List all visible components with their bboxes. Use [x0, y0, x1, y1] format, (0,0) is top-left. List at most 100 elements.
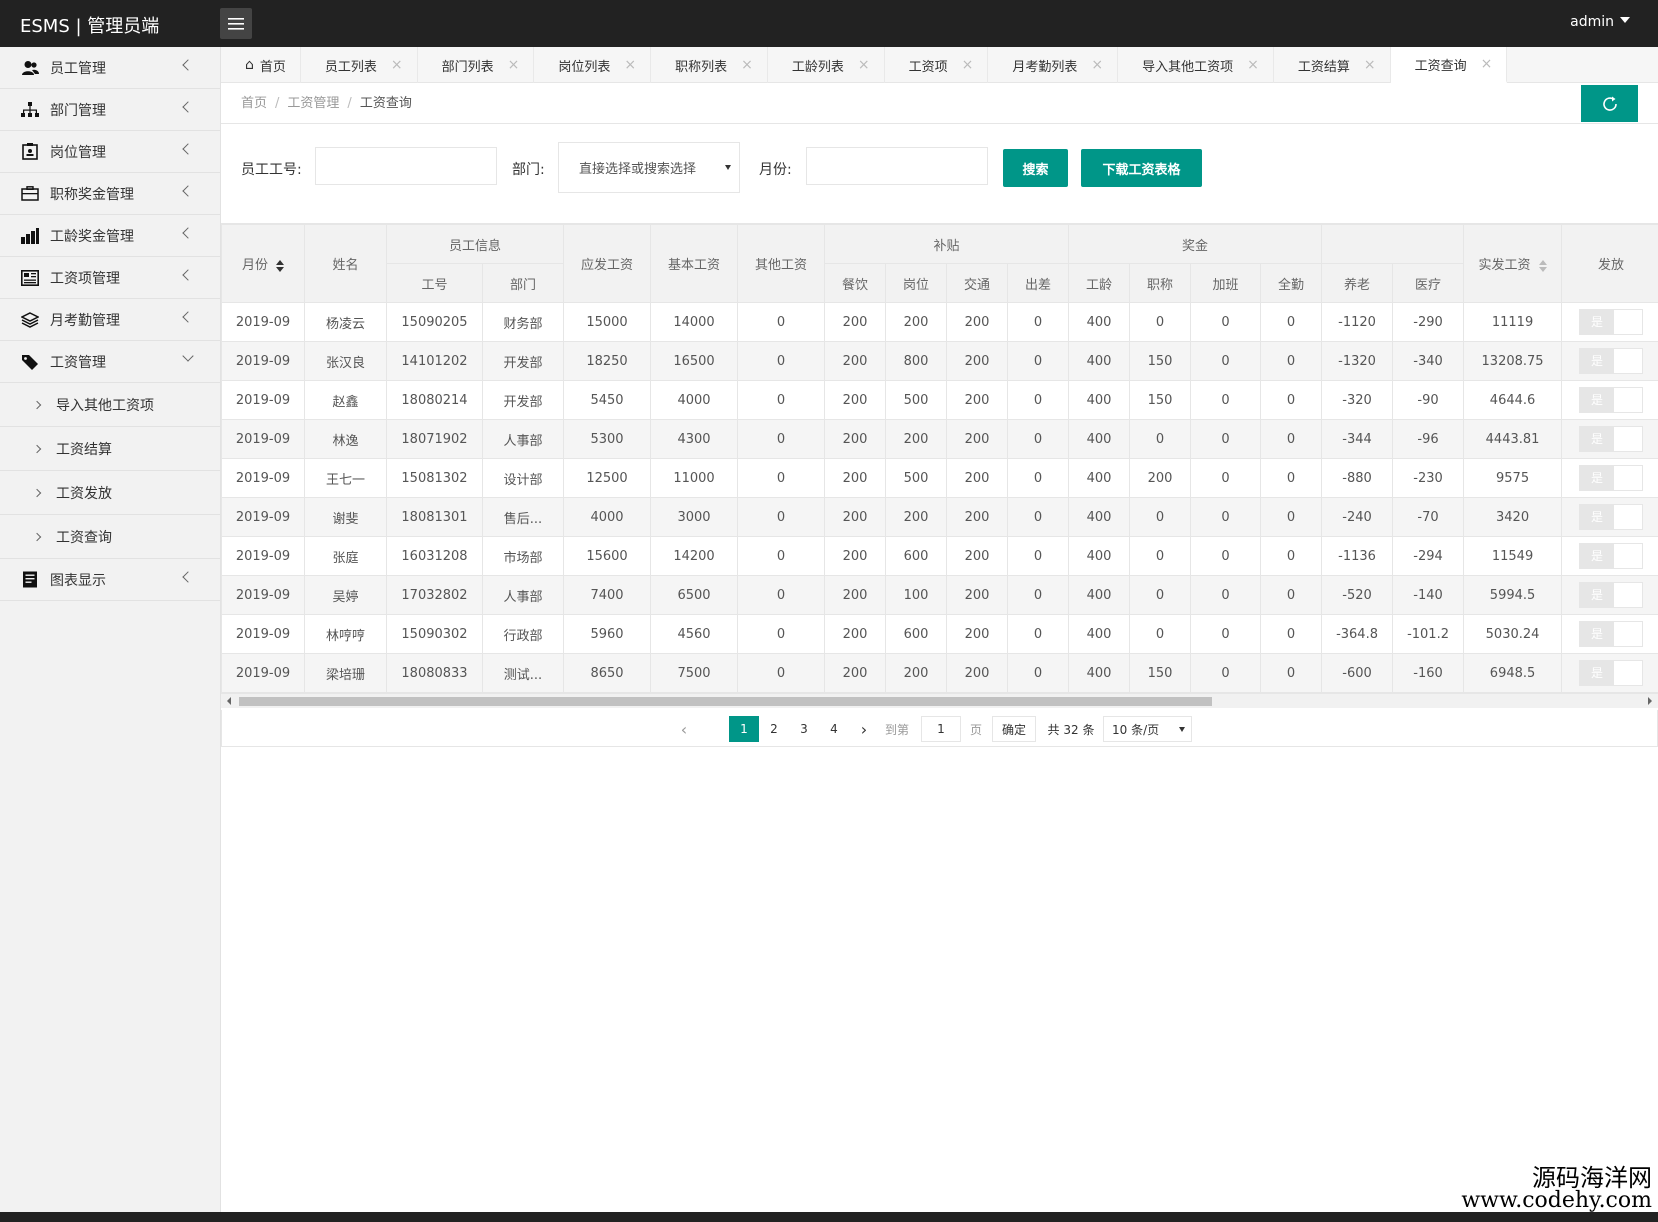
col-net-salary[interactable]: 实发工资	[1463, 224, 1563, 303]
scroll-left-icon[interactable]	[227, 697, 231, 705]
issue-toggle[interactable]: 是	[1579, 387, 1644, 413]
issue-toggle[interactable]: 是	[1579, 465, 1644, 491]
sidebar-subitem-payout[interactable]: 工资发放	[0, 471, 220, 515]
close-icon[interactable]: ×	[508, 57, 520, 73]
tab-position-list[interactable]: 岗位列表 ×	[534, 47, 652, 83]
sidebar-item-title-bonus[interactable]: 职称奖金管理	[0, 173, 220, 215]
sidebar-item-employee[interactable]: 员工管理	[0, 47, 220, 89]
sidebar-item-position[interactable]: 岗位管理	[0, 131, 220, 173]
table-cell: 5994.5	[1463, 575, 1563, 615]
issue-cell: 是	[1561, 341, 1658, 381]
issue-toggle[interactable]: 是	[1579, 348, 1644, 374]
sidebar-subitem-settlement[interactable]: 工资结算	[0, 427, 220, 471]
prev-page-icon[interactable]: ‹	[674, 716, 694, 742]
tab-department-list[interactable]: 部门列表 ×	[418, 47, 535, 83]
table-cell: 0	[1190, 341, 1262, 381]
tab-employee-list[interactable]: 员工列表 ×	[301, 47, 418, 83]
next-page-icon[interactable]: ›	[854, 716, 874, 742]
menu-toggle-button[interactable]	[220, 8, 252, 39]
table-row: 2019-09 吴婷 17032802 人事部 7400 6500 0 200 100 200 0 4…	[221, 575, 1658, 615]
breadcrumb-home[interactable]: 首页	[241, 96, 267, 111]
sidebar-subitem-import[interactable]: 导入其他工资项	[0, 383, 220, 427]
table-row: 2019-09 张汉良 14101202 开发部 18250 16500 0 200 800 20…	[221, 341, 1658, 381]
issue-cell: 是	[1561, 380, 1658, 420]
page-1[interactable]: 1	[729, 716, 759, 742]
hamburger-icon	[228, 17, 244, 30]
tag-icon	[20, 352, 40, 372]
table-cell: 0	[1007, 458, 1070, 498]
issue-toggle[interactable]: 是	[1579, 582, 1644, 608]
sidebar-item-salary-item[interactable]: 工资项管理	[0, 257, 220, 299]
table-cell: 13208.75	[1463, 341, 1563, 381]
issue-toggle[interactable]: 是	[1579, 660, 1644, 686]
table-cell: 600	[885, 614, 948, 654]
table-cell: 12500	[563, 458, 652, 498]
issue-toggle[interactable]: 是	[1579, 504, 1644, 530]
tab-salary-item[interactable]: 工资项 ×	[885, 47, 989, 83]
col-month[interactable]: 月份	[221, 224, 305, 303]
issue-toggle-label: 是	[1580, 661, 1615, 685]
refresh-button[interactable]	[1581, 85, 1638, 122]
close-icon[interactable]: ×	[391, 57, 403, 73]
issue-toggle[interactable]: 是	[1579, 426, 1644, 452]
table-cell: 2019-09	[221, 419, 305, 459]
issue-toggle[interactable]: 是	[1579, 543, 1644, 569]
tab-import-other[interactable]: 导入其他工资项 ×	[1118, 47, 1274, 83]
close-icon[interactable]: ×	[962, 57, 974, 73]
page-4[interactable]: 4	[819, 716, 849, 742]
breadcrumb: 首页 / 工资管理 / 工资查询	[241, 92, 412, 111]
table-cell: 200	[946, 419, 1009, 459]
close-icon[interactable]: ×	[1247, 57, 1259, 73]
tab-attendance-list[interactable]: 月考勤列表 ×	[988, 47, 1119, 83]
sort-icon[interactable]	[276, 259, 284, 272]
issue-toggle[interactable]: 是	[1579, 309, 1644, 335]
tab-home[interactable]: ⌂ 首页	[221, 47, 301, 83]
department-select[interactable]: 直接选择或搜索选择	[558, 142, 740, 193]
issue-toggle[interactable]: 是	[1579, 621, 1644, 647]
scroll-right-icon[interactable]	[1648, 697, 1652, 705]
tab-settlement[interactable]: 工资结算 ×	[1274, 47, 1391, 83]
close-icon[interactable]: ×	[1364, 57, 1376, 73]
tab-title-list[interactable]: 职称列表 ×	[651, 47, 768, 83]
page-3[interactable]: 3	[789, 716, 819, 742]
table-cell: 18080833	[386, 653, 483, 693]
sidebar-item-salary[interactable]: 工资管理	[0, 341, 220, 383]
month-input[interactable]	[806, 147, 988, 185]
table-cell: 0	[1260, 653, 1323, 693]
goto-page-input[interactable]: 1	[921, 716, 961, 742]
breadcrumb-salary-management[interactable]: 工资管理	[287, 96, 339, 111]
tab-seniority-list[interactable]: 工龄列表 ×	[768, 47, 885, 83]
horizontal-scrollbar[interactable]	[221, 693, 1658, 708]
sidebar-item-charts[interactable]: 图表显示	[0, 559, 220, 601]
table-cell: 150	[1129, 341, 1192, 381]
table-cell: 0	[1260, 341, 1323, 381]
table-cell: 2019-09	[221, 653, 305, 693]
tab-salary-query[interactable]: 工资查询 ×	[1390, 47, 1508, 83]
sidebar-item-seniority-bonus[interactable]: 工龄奖金管理	[0, 215, 220, 257]
employee-id-input[interactable]	[315, 147, 497, 185]
close-icon[interactable]: ×	[858, 57, 870, 73]
search-button[interactable]: 搜索	[1003, 149, 1068, 187]
sidebar-subitem-query[interactable]: 工资查询	[0, 515, 220, 559]
issue-toggle-label: 是	[1580, 505, 1615, 529]
sidebar-item-department[interactable]: 部门管理	[0, 89, 220, 131]
close-icon[interactable]: ×	[624, 57, 636, 73]
close-icon[interactable]: ×	[741, 57, 753, 73]
table-cell: 200	[946, 458, 1009, 498]
user-menu[interactable]: admin	[1570, 14, 1630, 30]
per-page-select[interactable]: 10 条/页	[1103, 716, 1192, 742]
table-cell: 6948.5	[1463, 653, 1563, 693]
issue-cell: 是	[1561, 497, 1658, 537]
page-2[interactable]: 2	[759, 716, 789, 742]
close-icon[interactable]: ×	[1481, 56, 1493, 72]
goto-confirm-button[interactable]: 确定	[992, 716, 1036, 742]
sort-icon[interactable]	[1538, 259, 1547, 272]
download-salary-button[interactable]: 下载工资表格	[1081, 149, 1202, 187]
tab-label: 部门列表	[441, 59, 494, 75]
table-cell: 0	[1260, 458, 1323, 498]
close-icon[interactable]: ×	[1091, 57, 1103, 73]
sidebar-item-attendance[interactable]: 月考勤管理	[0, 299, 220, 341]
table-cell: 600	[885, 536, 948, 576]
pagination: ‹ 1 2 3 4 › 到第 1 页 确定 共 32 条 10 条/页	[221, 710, 1658, 747]
scrollbar-thumb[interactable]	[239, 697, 1212, 706]
